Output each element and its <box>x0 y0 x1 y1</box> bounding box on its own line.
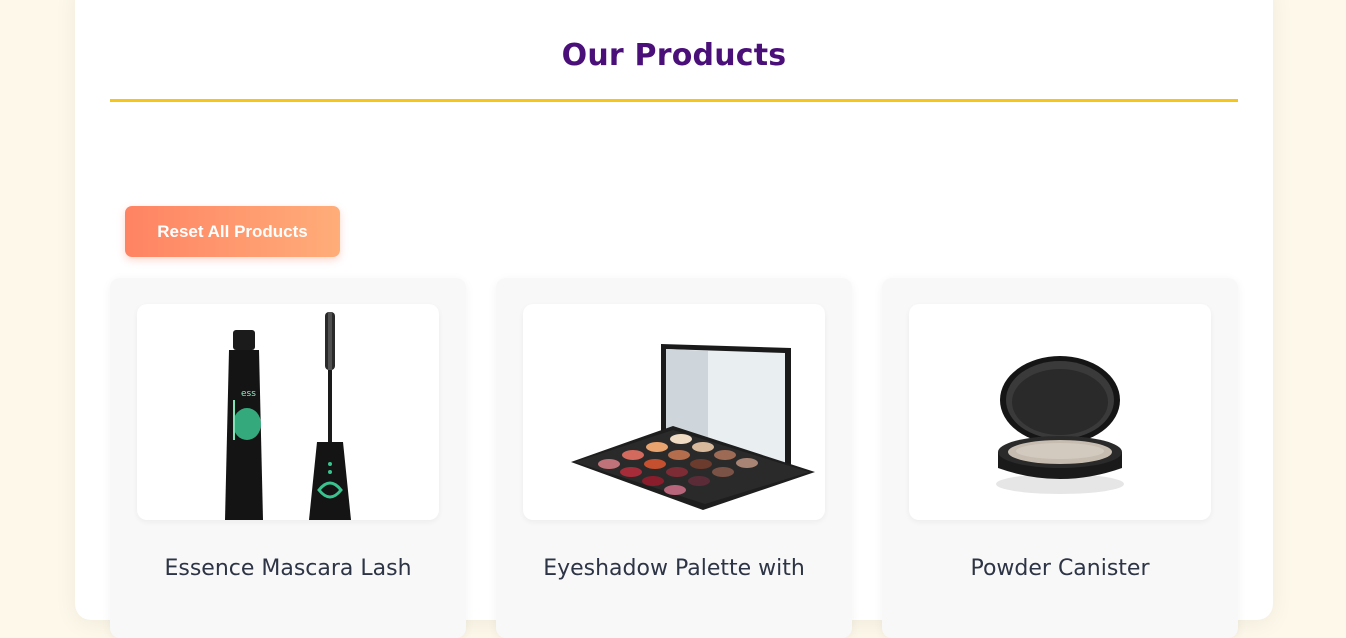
reset-all-products-button[interactable]: Reset All Products <box>125 206 340 257</box>
mascara-image[interactable]: ess <box>137 304 439 520</box>
title-underline <box>110 99 1238 102</box>
product-card[interactable]: ess Essence Mascara Lash <box>110 278 466 638</box>
eyeshadow-palette-image[interactable] <box>523 304 825 520</box>
product-name: Essence Mascara Lash <box>164 556 412 581</box>
powder-compact-image[interactable] <box>909 304 1211 520</box>
product-name: Powder Canister <box>970 556 1150 581</box>
product-name: Eyeshadow Palette with <box>543 556 805 581</box>
product-card[interactable]: Eyeshadow Palette with <box>496 278 852 638</box>
page-title: Our Products <box>561 38 787 73</box>
product-card[interactable]: Powder Canister <box>882 278 1238 638</box>
products-section: Our Products Reset All Products ess Esse… <box>75 0 1273 638</box>
svg-text:ess: ess <box>241 389 256 399</box>
